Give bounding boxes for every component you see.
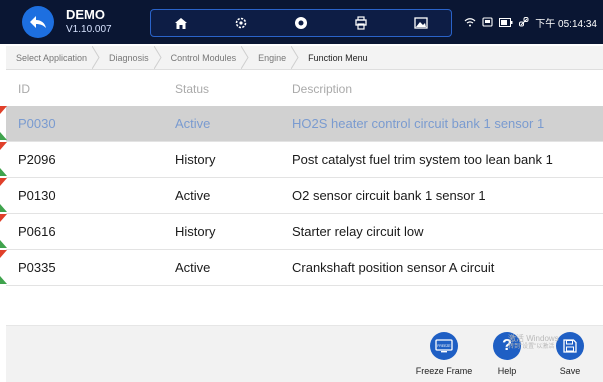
- printer-icon: [355, 16, 367, 30]
- dtc-id: P0030: [18, 116, 56, 131]
- table-row[interactable]: P2096 History Post catalyst fuel trim sy…: [0, 142, 603, 178]
- wifi-icon: [464, 18, 476, 27]
- image-icon: [414, 17, 428, 29]
- gear-icon: [235, 17, 247, 29]
- dtc-flag-icon: [0, 178, 7, 212]
- top-bar: DEMO V1.10.007 下午 05:14:34: [0, 0, 603, 44]
- app-version: V1.10.007: [66, 24, 112, 35]
- breadcrumb-label: Diagnosis: [109, 52, 149, 63]
- table-row[interactable]: P0130 Active O2 sensor circuit bank 1 se…: [0, 178, 603, 214]
- table-row[interactable]: P0030 Active HO2S heater control circuit…: [0, 106, 603, 142]
- monitor-icon: FREEZE: [435, 339, 453, 353]
- print-button[interactable]: [331, 10, 391, 36]
- settings-button[interactable]: [211, 10, 271, 36]
- column-header-status: Status: [175, 82, 210, 96]
- breadcrumb-label: Function Menu: [308, 52, 368, 63]
- breadcrumb-item-control-modules[interactable]: Control Modules: [161, 46, 249, 69]
- record-button[interactable]: [271, 10, 331, 36]
- app-title: DEMO: [66, 7, 105, 22]
- back-arrow-icon: [30, 16, 46, 28]
- column-header-description: Description: [292, 82, 353, 96]
- breadcrumb-label: Control Modules: [170, 52, 237, 63]
- dtc-flag-icon: [0, 250, 7, 284]
- nav-group: [150, 9, 452, 37]
- dtc-id: P0616: [18, 224, 56, 239]
- dtc-status: History: [175, 224, 216, 239]
- dtc-status: History: [175, 152, 216, 167]
- dtc-status: Active: [175, 116, 211, 131]
- dtc-table: P0030 Active HO2S heater control circuit…: [0, 106, 603, 286]
- breadcrumb-item-function-menu: Function Menu: [298, 46, 380, 69]
- dtc-id: P0130: [18, 188, 56, 203]
- help-label: Help: [497, 366, 517, 376]
- freeze-frame-icon: FREEZE: [430, 332, 458, 360]
- breadcrumb-label: Select Application: [16, 52, 88, 63]
- dtc-flag-icon: [0, 142, 7, 176]
- column-header-id: ID: [18, 82, 30, 96]
- dtc-flag-icon: [0, 214, 7, 248]
- watermark-line-1: 激活 Windows: [508, 334, 559, 343]
- dtc-id: P2096: [18, 152, 56, 167]
- link-icon: [519, 17, 529, 27]
- save-label: Save: [559, 366, 581, 376]
- dtc-status: Active: [175, 260, 211, 275]
- back-button[interactable]: [22, 6, 54, 38]
- breadcrumb: Select Application Diagnosis Control Mod…: [6, 46, 603, 70]
- table-row[interactable]: P0616 History Starter relay circuit low: [0, 214, 603, 250]
- vehicle-icon: [482, 17, 493, 27]
- clock: 下午 05:14:34: [535, 18, 597, 30]
- dtc-description: HO2S heater control circuit bank 1 senso…: [292, 116, 545, 131]
- dtc-description: Starter relay circuit low: [292, 224, 424, 239]
- table-header: ID Status Description: [6, 78, 603, 100]
- breadcrumb-label: Engine: [258, 52, 287, 63]
- battery-icon: [499, 17, 513, 27]
- freeze-frame-button[interactable]: FREEZE Freeze Frame: [414, 332, 474, 376]
- record-icon: [295, 17, 307, 29]
- breadcrumb-item-engine[interactable]: Engine: [248, 46, 299, 69]
- dtc-description: Post catalyst fuel trim system too lean …: [292, 152, 553, 167]
- windows-activation-watermark: 激活 Windows 转到"设置"以激活: [508, 334, 559, 352]
- save-icon: [556, 332, 584, 360]
- watermark-line-2: 转到"设置"以激活: [508, 344, 555, 350]
- screenshot-button[interactable]: [391, 10, 451, 36]
- home-button[interactable]: [151, 10, 211, 36]
- breadcrumb-item-diagnosis[interactable]: Diagnosis: [99, 46, 162, 69]
- freeze-icon-text: FREEZE: [437, 344, 451, 348]
- dtc-status: Active: [175, 188, 211, 203]
- breadcrumb-item-select-application[interactable]: Select Application: [6, 46, 100, 69]
- dtc-id: P0335: [18, 260, 56, 275]
- home-icon: [175, 17, 187, 29]
- dtc-description: O2 sensor circuit bank 1 sensor 1: [292, 188, 486, 203]
- freeze-frame-label: Freeze Frame: [415, 366, 473, 376]
- table-row[interactable]: P0335 Active Crankshaft position sensor …: [0, 250, 603, 286]
- status-area: 下午 05:14:34: [464, 13, 597, 31]
- floppy-disk-icon: [563, 339, 577, 353]
- dtc-description: Crankshaft position sensor A circuit: [292, 260, 495, 275]
- dtc-flag-icon: [0, 106, 7, 140]
